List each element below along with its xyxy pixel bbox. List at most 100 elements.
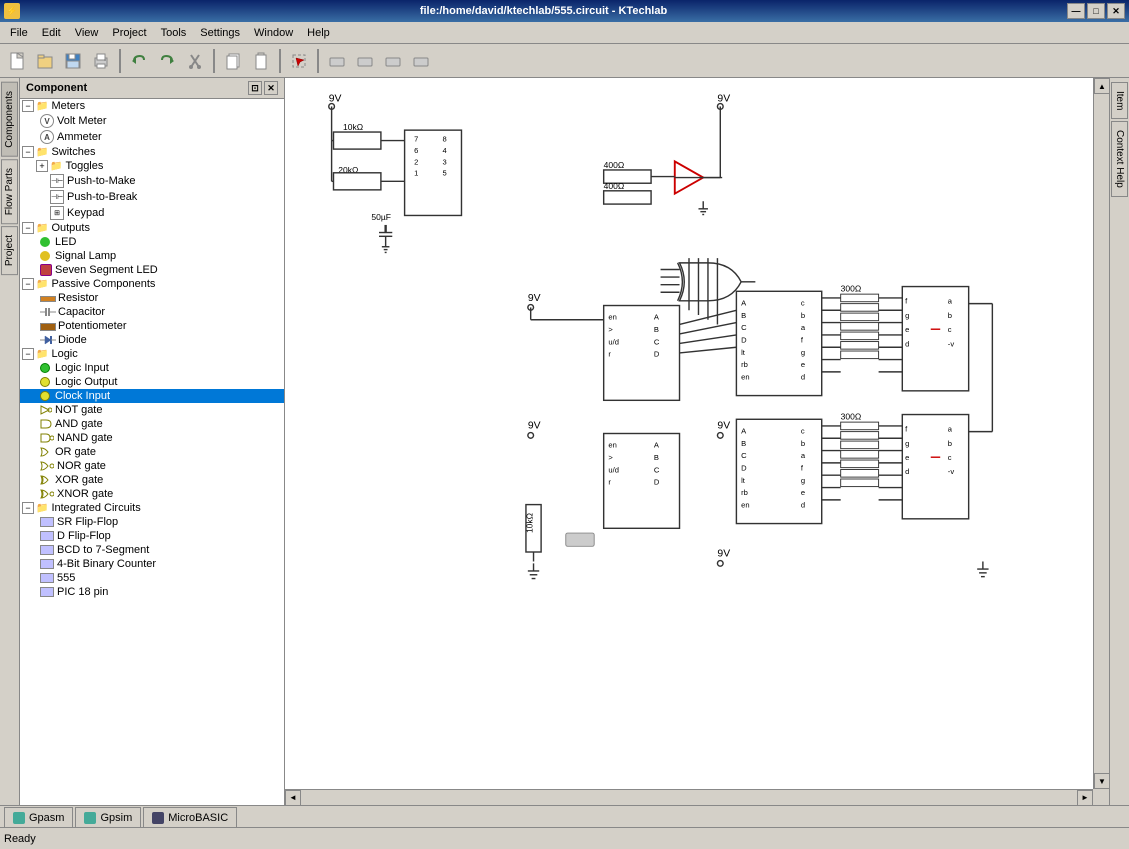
scroll-right-btn[interactable]: ► [1077, 790, 1093, 806]
item-led[interactable]: LED [20, 235, 284, 249]
toolbar-sep-3 [279, 49, 281, 73]
item-keypad[interactable]: ⊞ Keypad [20, 205, 284, 221]
item-nor-gate[interactable]: NOR gate [20, 459, 284, 473]
expand-toggles[interactable]: + [36, 160, 48, 172]
menu-help[interactable]: Help [301, 25, 336, 41]
print-button[interactable] [88, 48, 114, 74]
btn-5[interactable] [324, 48, 350, 74]
svg-text:1: 1 [414, 169, 418, 178]
scroll-up-btn[interactable]: ▲ [1094, 78, 1109, 94]
menu-project[interactable]: Project [106, 25, 152, 41]
item-push-to-break[interactable]: ⊣⊢ Push-to-Break [20, 189, 284, 205]
horizontal-scrollbar[interactable]: ◄ ► [285, 789, 1093, 805]
scroll-left-btn[interactable]: ◄ [285, 790, 301, 806]
tab-gpasm[interactable]: Gpasm [4, 807, 73, 827]
category-meters[interactable]: − 📁 Meters [20, 99, 284, 113]
item-logic-input[interactable]: Logic Input [20, 361, 284, 375]
item-capacitor[interactable]: Capacitor [20, 305, 284, 319]
panel-float-btn[interactable]: ⊡ [248, 81, 262, 95]
menu-settings[interactable]: Settings [194, 25, 246, 41]
save-button[interactable] [60, 48, 86, 74]
seven-seg-icon [40, 264, 52, 276]
category-ics[interactable]: − 📁 Integrated Circuits [20, 501, 284, 515]
gpasm-icon [13, 812, 25, 824]
item-volt-meter[interactable]: V Volt Meter [20, 113, 284, 129]
menu-tools[interactable]: Tools [155, 25, 193, 41]
item-not-gate[interactable]: NOT gate [20, 403, 284, 417]
btn-7[interactable] [380, 48, 406, 74]
item-ammeter[interactable]: A Ammeter [20, 129, 284, 145]
item-pic18[interactable]: PIC 18 pin [20, 585, 284, 599]
select-button[interactable] [286, 48, 312, 74]
expand-logic[interactable]: − [22, 348, 34, 360]
item-push-to-make[interactable]: ⊣⊢ Push-to-Make [20, 173, 284, 189]
expand-switches[interactable]: − [22, 146, 34, 158]
toolbar-sep-1 [119, 49, 121, 73]
item-logic-output[interactable]: Logic Output [20, 375, 284, 389]
new-button[interactable] [4, 48, 30, 74]
close-button[interactable]: ✕ [1107, 3, 1125, 19]
item-bcd-7seg[interactable]: BCD to 7-Segment [20, 543, 284, 557]
redo-button[interactable] [154, 48, 180, 74]
item-nand-gate[interactable]: NAND gate [20, 431, 284, 445]
tab-context-help[interactable]: Context Help [1111, 121, 1128, 197]
gpsim-icon [84, 812, 96, 824]
item-diode[interactable]: Diode [20, 333, 284, 347]
potentiometer-icon [40, 323, 56, 331]
item-d-flip-flop[interactable]: D Flip-Flop [20, 529, 284, 543]
tab-gpsim[interactable]: Gpsim [75, 807, 141, 827]
scroll-down-btn[interactable]: ▼ [1094, 773, 1109, 789]
panel-close-btn[interactable]: ✕ [264, 81, 278, 95]
or-gate-icon [40, 447, 52, 457]
item-resistor[interactable]: Resistor [20, 291, 284, 305]
item-and-gate[interactable]: AND gate [20, 417, 284, 431]
svg-text:B: B [741, 311, 746, 320]
copy-button[interactable] [220, 48, 246, 74]
expand-ics[interactable]: − [22, 502, 34, 514]
category-passive[interactable]: − 📁 Passive Components [20, 277, 284, 291]
paste-button[interactable] [248, 48, 274, 74]
btn-6[interactable] [352, 48, 378, 74]
category-logic[interactable]: − 📁 Logic [20, 347, 284, 361]
btn-8[interactable] [408, 48, 434, 74]
category-outputs[interactable]: − 📁 Outputs [20, 221, 284, 235]
sr-icon [40, 517, 54, 527]
open-button[interactable] [32, 48, 58, 74]
tab-components[interactable]: Components [1, 82, 18, 157]
item-clock-input[interactable]: Clock Input [20, 389, 284, 403]
undo-button[interactable] [126, 48, 152, 74]
svg-text:b: b [801, 439, 805, 448]
minimize-button[interactable]: — [1067, 3, 1085, 19]
tab-item[interactable]: Item [1111, 82, 1128, 119]
menu-file[interactable]: File [4, 25, 34, 41]
expand-passive[interactable]: − [22, 278, 34, 290]
menu-view[interactable]: View [69, 25, 105, 41]
window-title: file:/home/david/ktechlab/555.circuit - … [20, 5, 1067, 17]
menu-window[interactable]: Window [248, 25, 299, 41]
expand-meters[interactable]: − [22, 100, 34, 112]
bottom-tabs: Gpasm Gpsim MicroBASIC [0, 805, 1129, 827]
category-switches[interactable]: − 📁 Switches [20, 145, 284, 159]
item-or-gate[interactable]: OR gate [20, 445, 284, 459]
toolbar-sep-2 [213, 49, 215, 73]
item-4bit-counter[interactable]: 4-Bit Binary Counter [20, 557, 284, 571]
item-seven-seg[interactable]: Seven Segment LED [20, 263, 284, 277]
vertical-scrollbar[interactable]: ▲ ▼ [1093, 78, 1109, 789]
item-555[interactable]: 555 [20, 571, 284, 585]
tab-flow-parts[interactable]: Flow Parts [1, 159, 18, 224]
item-xor-gate[interactable]: XOR gate [20, 473, 284, 487]
cut-button[interactable] [182, 48, 208, 74]
maximize-button[interactable]: □ [1087, 3, 1105, 19]
category-toggles[interactable]: + 📁 Toggles [20, 159, 284, 173]
toggles-icon: 📁 [50, 161, 62, 172]
expand-outputs[interactable]: − [22, 222, 34, 234]
item-xnor-gate[interactable]: XNOR gate [20, 487, 284, 501]
clock-input-label: Clock Input [55, 390, 110, 402]
svg-text:u/d: u/d [608, 337, 619, 346]
menu-edit[interactable]: Edit [36, 25, 67, 41]
item-potentiometer[interactable]: Potentiometer [20, 319, 284, 333]
item-sr-flip-flop[interactable]: SR Flip-Flop [20, 515, 284, 529]
tab-project[interactable]: Project [1, 226, 18, 275]
item-signal-lamp[interactable]: Signal Lamp [20, 249, 284, 263]
tab-microbasic[interactable]: MicroBASIC [143, 807, 237, 827]
